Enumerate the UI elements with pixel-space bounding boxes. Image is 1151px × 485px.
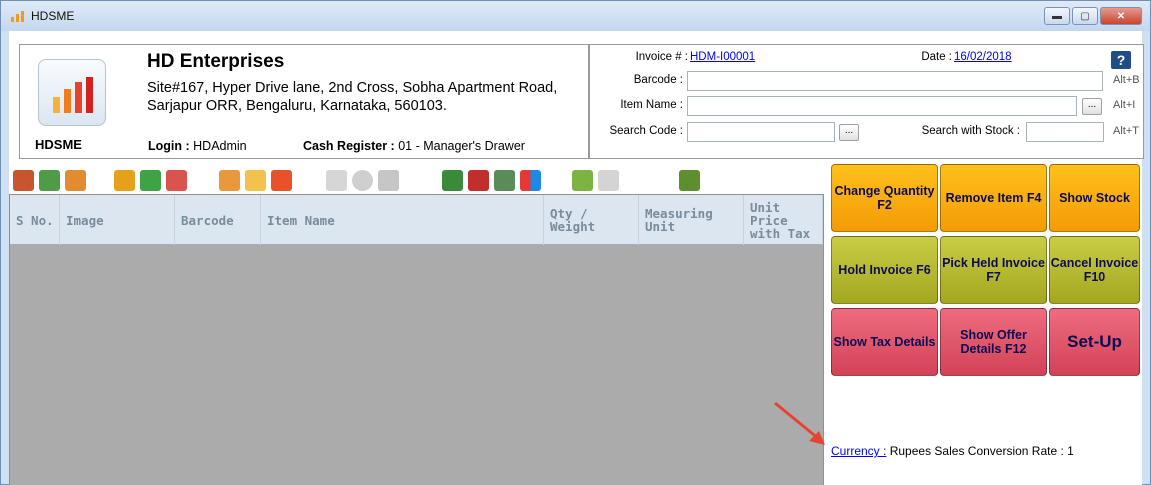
search-code-input[interactable]: [687, 122, 835, 142]
company-logo: [38, 59, 106, 126]
maximize-button[interactable]: ▢: [1072, 7, 1098, 25]
item-name-shortcut: Alt+I: [1113, 99, 1136, 111]
search-stock-input[interactable]: [1026, 122, 1104, 142]
cash-register-info: Cash Register : 01 - Manager's Drawer: [303, 139, 525, 153]
col-measuring-unit[interactable]: Measuring Unit: [639, 195, 744, 245]
delete-icon[interactable]: [378, 170, 399, 191]
settings-gear-icon[interactable]: [679, 170, 700, 191]
client-area: HDSME HD Enterprises Site#167, Hyper Dri…: [9, 31, 1144, 485]
col-barcode[interactable]: Barcode: [175, 195, 261, 245]
barcode-shortcut: Alt+B: [1113, 74, 1140, 86]
show-stock-button[interactable]: Show Stock: [1049, 164, 1140, 232]
product-list-icon[interactable]: [13, 170, 34, 191]
numeric-keys-icon[interactable]: [468, 170, 489, 191]
setup-button[interactable]: Set-Up: [1049, 308, 1140, 376]
col-image[interactable]: Image: [60, 195, 175, 245]
title-bar: HDSME ▬ ▢ ✕: [1, 1, 1150, 31]
palette-icon[interactable]: [219, 170, 240, 191]
barcode-label: Barcode :: [633, 74, 683, 86]
login-label: Login :: [148, 139, 190, 153]
login-info: Login : HDAdmin: [148, 139, 247, 153]
remove-item-button[interactable]: Remove Item F4: [940, 164, 1047, 232]
currency-value: Rupees: [889, 444, 932, 458]
invoice-number-label: Invoice # :: [635, 51, 688, 63]
show-tax-details-button[interactable]: Show Tax Details: [831, 308, 938, 376]
search-stock-label: Search with Stock :: [921, 125, 1020, 137]
col-item-name[interactable]: Item Name: [261, 195, 544, 245]
grid-header: S No. Image Barcode Item Name Qty / Weig…: [10, 195, 823, 245]
calculator-icon[interactable]: [442, 170, 463, 191]
app-logo-icon: [11, 10, 25, 22]
printer-icon[interactable]: [494, 170, 515, 191]
search-code-label: Search Code :: [609, 125, 683, 137]
items-grid[interactable]: S No. Image Barcode Item Name Qty / Weig…: [9, 194, 824, 485]
search-code-browse-button[interactable]: ...: [839, 124, 859, 141]
user-icon[interactable]: [572, 170, 593, 191]
item-name-label: Item Name :: [620, 99, 683, 111]
counter-icon[interactable]: [598, 170, 619, 191]
col-unit-price[interactable]: Unit Price with Tax: [744, 195, 823, 245]
currency-bar: Currency : Rupees Sales Conversion Rate …: [831, 444, 1074, 458]
add-product-icon[interactable]: [39, 170, 60, 191]
search-shortcut: Alt+T: [1113, 125, 1139, 137]
pick-held-invoice-button[interactable]: Pick Held Invoice F7: [940, 236, 1047, 304]
window-title: HDSME: [31, 9, 75, 23]
cash-register-value: 01 - Manager's Drawer: [398, 139, 525, 153]
rate-label: Sales Conversion Rate :: [934, 444, 1064, 458]
approve-icon[interactable]: [352, 170, 373, 191]
barcode-input[interactable]: [687, 71, 1103, 91]
cash-register-label: Cash Register :: [303, 139, 395, 153]
logo-text: HDSME: [35, 137, 82, 152]
minimize-button[interactable]: ▬: [1044, 7, 1070, 25]
col-sno[interactable]: S No.: [10, 195, 60, 245]
color-grid-icon[interactable]: [520, 170, 541, 191]
help-icon[interactable]: ?: [1111, 51, 1131, 69]
currency-link[interactable]: Currency :: [831, 444, 886, 458]
company-name: HD Enterprises: [147, 51, 285, 72]
invoice-panel: Invoice # : HDM-I00001 Date : 16/02/2018…: [589, 44, 1144, 159]
app-window: HDSME ▬ ▢ ✕ HDSME HD Enterprises Site#16…: [0, 0, 1151, 485]
return-icon[interactable]: [271, 170, 292, 191]
notes-icon[interactable]: [245, 170, 266, 191]
cart-icon[interactable]: [140, 170, 161, 191]
close-button[interactable]: ✕: [1100, 7, 1142, 25]
rate-value: 1: [1067, 444, 1074, 458]
item-browse-button[interactable]: ...: [1082, 98, 1102, 115]
company-panel: HDSME HD Enterprises Site#167, Hyper Dri…: [19, 44, 589, 159]
annotation-arrow-icon: [774, 401, 825, 445]
login-value: HDAdmin: [193, 139, 247, 153]
company-address: Site#167, Hyper Drive lane, 2nd Cross, S…: [147, 80, 558, 114]
edit-invoice-icon[interactable]: [114, 170, 135, 191]
cancel-invoice-button[interactable]: Cancel Invoice F10: [1049, 236, 1140, 304]
col-qty-weight[interactable]: Qty / Weight: [544, 195, 639, 245]
hold-invoice-button[interactable]: Hold Invoice F6: [831, 236, 938, 304]
stock-report-icon[interactable]: [65, 170, 86, 191]
date-label: Date :: [921, 51, 952, 63]
change-quantity-button[interactable]: Change Quantity F2: [831, 164, 938, 232]
invoice-number-link[interactable]: HDM-I00001: [690, 51, 755, 63]
checklist-icon[interactable]: [326, 170, 347, 191]
item-name-input[interactable]: [687, 96, 1077, 116]
date-link[interactable]: 16/02/2018: [954, 51, 1012, 63]
toolbar: [9, 162, 825, 198]
user-upload-icon[interactable]: [166, 170, 187, 191]
show-offer-details-button[interactable]: Show Offer Details F12: [940, 308, 1047, 376]
